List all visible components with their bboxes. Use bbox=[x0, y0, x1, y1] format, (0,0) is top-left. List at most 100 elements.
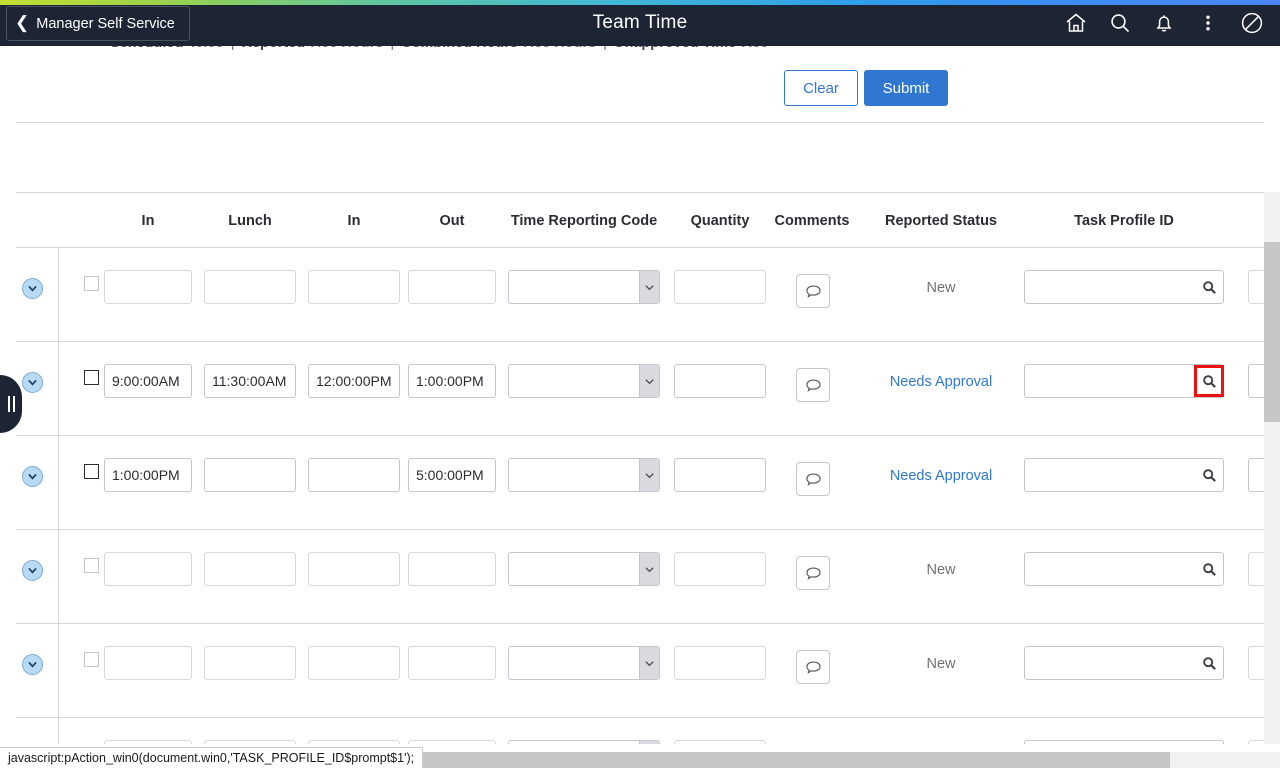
cell-input-in2[interactable] bbox=[308, 458, 400, 492]
compass-icon[interactable] bbox=[1232, 3, 1272, 43]
cell-input-in1[interactable] bbox=[104, 740, 192, 744]
time-reporting-code-dropdown[interactable] bbox=[508, 458, 660, 492]
cell-input-extra[interactable] bbox=[1248, 364, 1264, 398]
cell-input-out[interactable] bbox=[408, 270, 496, 304]
cell-input-in1[interactable] bbox=[104, 364, 192, 398]
cell-input-out[interactable] bbox=[408, 458, 496, 492]
grid-body: - New Needs Approval) Needs Approval) New) Ne… bbox=[16, 248, 1264, 744]
chevron-down-icon bbox=[639, 365, 659, 397]
cell-input-in1[interactable] bbox=[104, 646, 192, 680]
reported-status-value[interactable]: Needs Approval bbox=[856, 468, 1026, 484]
cell-input-extra[interactable] bbox=[1248, 458, 1264, 492]
table-row: ) New bbox=[16, 624, 1264, 718]
cell-input-lunch[interactable] bbox=[204, 646, 296, 680]
back-to-manager-self-service-button[interactable]: ❮ Manager Self Service bbox=[6, 6, 190, 41]
row-left-rule bbox=[58, 248, 59, 341]
cell-input-out[interactable] bbox=[408, 646, 496, 680]
row-expand-chevron-down-icon[interactable] bbox=[22, 560, 43, 581]
task-profile-id-search-icon[interactable] bbox=[1196, 650, 1222, 676]
cell-input-lunch[interactable] bbox=[204, 740, 296, 744]
time-reporting-code-dropdown[interactable] bbox=[508, 552, 660, 586]
cell-input-quantity[interactable] bbox=[674, 364, 766, 398]
submit-button[interactable]: Submit bbox=[864, 70, 948, 106]
row-expand-chevron-down-icon[interactable] bbox=[22, 372, 43, 393]
cell-input-out[interactable] bbox=[408, 552, 496, 586]
time-reporting-code-dropdown[interactable] bbox=[508, 646, 660, 680]
cell-input-in2[interactable] bbox=[308, 552, 400, 586]
comments-bubble-icon-button[interactable] bbox=[796, 368, 830, 402]
cell-input-quantity[interactable] bbox=[674, 740, 766, 744]
row-left-rule bbox=[58, 718, 59, 744]
cell-input-lunch[interactable] bbox=[204, 270, 296, 304]
comments-bubble-icon-button[interactable] bbox=[796, 274, 830, 308]
row-select-checkbox[interactable] bbox=[84, 464, 99, 479]
cell-input-in2[interactable] bbox=[308, 740, 400, 744]
task-profile-id-input[interactable] bbox=[1024, 270, 1224, 304]
cell-input-quantity[interactable] bbox=[674, 458, 766, 492]
search-icon[interactable] bbox=[1100, 3, 1140, 43]
cell-input-extra[interactable] bbox=[1248, 646, 1264, 680]
row-select-checkbox[interactable] bbox=[84, 276, 99, 291]
cell-input-in2[interactable] bbox=[308, 646, 400, 680]
row-expand-chevron-down-icon[interactable] bbox=[22, 278, 43, 299]
cell-input-in2[interactable] bbox=[308, 364, 400, 398]
task-profile-id-input[interactable] bbox=[1024, 740, 1224, 744]
time-reporting-code-dropdown[interactable] bbox=[508, 740, 660, 744]
row-expand-chevron-down-icon[interactable] bbox=[22, 654, 43, 675]
table-row: - New bbox=[16, 248, 1264, 342]
row-select-checkbox[interactable] bbox=[84, 652, 99, 667]
task-profile-id-input[interactable] bbox=[1024, 646, 1224, 680]
column-header-lunch: Lunch bbox=[228, 213, 272, 229]
select-all-row: slct All Approve bbox=[0, 130, 1264, 304]
notifications-bell-icon[interactable] bbox=[1144, 3, 1184, 43]
reported-status-value: New bbox=[926, 562, 956, 578]
timesheet-grid: In Lunch In Out Time Reporting Code Quantity C… bbox=[16, 192, 1264, 744]
overflow-menu-icon[interactable] bbox=[1188, 3, 1228, 43]
cell-input-extra[interactable] bbox=[1248, 552, 1264, 586]
chevron-down-icon bbox=[639, 271, 659, 303]
task-profile-id-input[interactable] bbox=[1024, 458, 1224, 492]
row-select-checkbox[interactable] bbox=[84, 558, 99, 573]
cell-input-in1[interactable] bbox=[104, 270, 192, 304]
column-header-comments: Comments bbox=[774, 213, 850, 229]
cell-input-quantity[interactable] bbox=[674, 646, 766, 680]
chevron-left-icon: ❮ bbox=[15, 13, 30, 32]
comments-bubble-icon-button[interactable] bbox=[796, 650, 830, 684]
vertical-scrollbar[interactable] bbox=[1264, 192, 1280, 744]
header-icon-group bbox=[1056, 0, 1272, 46]
row-select-checkbox[interactable] bbox=[84, 370, 99, 385]
row-expand-chevron-down-icon[interactable] bbox=[22, 466, 43, 487]
column-header-in: In bbox=[347, 213, 361, 229]
task-profile-id-search-icon[interactable] bbox=[1196, 274, 1222, 300]
time-reporting-code-dropdown[interactable] bbox=[508, 364, 660, 398]
clipped-left-column-text: ) bbox=[16, 474, 17, 490]
cell-input-in2[interactable] bbox=[308, 270, 400, 304]
row-left-rule bbox=[58, 436, 59, 529]
cell-input-in1[interactable] bbox=[104, 458, 192, 492]
vertical-scrollbar-thumb[interactable] bbox=[1264, 242, 1280, 422]
cell-input-lunch[interactable] bbox=[204, 364, 296, 398]
cell-input-out[interactable] bbox=[408, 364, 496, 398]
time-reporting-code-dropdown[interactable] bbox=[508, 270, 660, 304]
task-profile-id-search-icon[interactable] bbox=[1194, 365, 1224, 397]
task-profile-id-input[interactable] bbox=[1024, 552, 1224, 586]
comments-bubble-icon-button[interactable] bbox=[796, 556, 830, 590]
horizontal-scrollbar-thumb[interactable] bbox=[380, 752, 1170, 768]
chevron-down-icon bbox=[639, 553, 659, 585]
comments-bubble-icon-button[interactable] bbox=[796, 462, 830, 496]
cell-input-quantity[interactable] bbox=[674, 552, 766, 586]
cell-input-lunch[interactable] bbox=[204, 552, 296, 586]
task-profile-id-search-icon[interactable] bbox=[1196, 462, 1222, 488]
reported-status-value[interactable]: Needs Approval bbox=[856, 374, 1026, 390]
pause-bars-icon bbox=[7, 396, 15, 412]
cell-input-extra[interactable] bbox=[1248, 270, 1264, 304]
cell-input-out[interactable] bbox=[408, 740, 496, 744]
cell-input-in1[interactable] bbox=[104, 552, 192, 586]
cell-input-extra[interactable] bbox=[1248, 740, 1264, 744]
cell-input-quantity[interactable] bbox=[674, 270, 766, 304]
home-icon[interactable] bbox=[1056, 3, 1096, 43]
task-profile-id-search-icon[interactable] bbox=[1196, 556, 1222, 582]
row-left-rule bbox=[58, 624, 59, 717]
cell-input-lunch[interactable] bbox=[204, 458, 296, 492]
clear-button[interactable]: Clear bbox=[784, 70, 858, 106]
